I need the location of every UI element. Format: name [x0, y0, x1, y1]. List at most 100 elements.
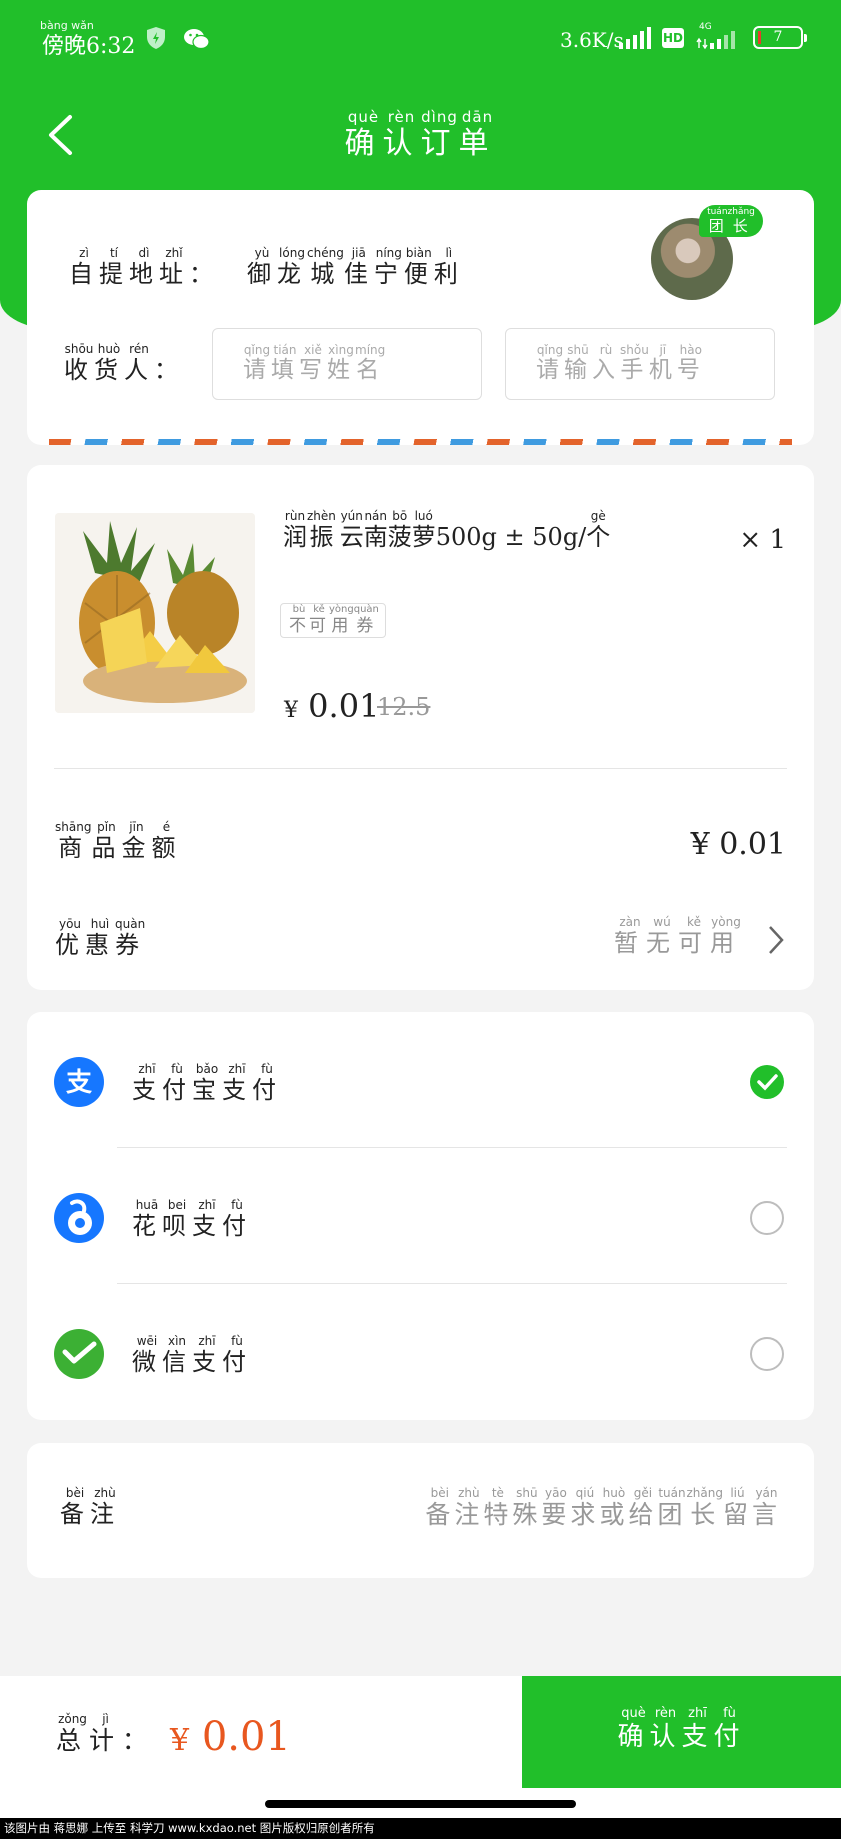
character: 用: [331, 616, 352, 636]
wechat-pay-icon: [54, 1329, 104, 1379]
pinyin: què: [621, 1706, 646, 1721]
ruby-char: qǐng 请: [243, 343, 271, 383]
pinyin: quàn: [115, 917, 146, 931]
character: 优: [55, 931, 85, 959]
pinyin: lóng: [279, 246, 305, 260]
ruby-char: gěi 给: [628, 1486, 657, 1530]
pinyin: jī: [659, 343, 667, 357]
ruby-char: wēi 微: [132, 1334, 162, 1376]
ruby-char: gè 个: [586, 509, 610, 551]
ruby-char: pǐn 品: [91, 820, 121, 862]
product-quantity: × 1: [739, 525, 786, 555]
character: 团: [657, 1500, 687, 1529]
ruby-char: zàn 暂: [614, 915, 646, 957]
ruby-char: yòng 用: [710, 915, 742, 957]
character: 付: [713, 1722, 746, 1752]
character: 信: [162, 1348, 192, 1376]
ruby-char: fù 付: [222, 1198, 252, 1240]
character: 给: [628, 1500, 658, 1529]
pickup-card: zì 自 tí 提 dì 地 zhǐ 址 ： yù 御 lóng 龙 chéng 城 jiā 佳 níng 宁 b…: [27, 190, 814, 445]
pinyin: zhù: [94, 1486, 116, 1500]
pinyin: bèi: [430, 1486, 450, 1500]
character: 号: [676, 357, 705, 383]
pinyin: zhǎng: [727, 207, 755, 217]
pinyin: yù: [254, 246, 270, 260]
amount-label: shāng 商 pǐn 品 jīn 金 é 额: [55, 820, 181, 862]
character: 入: [592, 357, 620, 383]
pinyin: biàn: [405, 246, 432, 260]
pinyin: tí: [109, 246, 119, 260]
character: 无: [646, 929, 678, 957]
character: ：: [154, 356, 184, 384]
product-image[interactable]: [55, 513, 255, 713]
home-indicator[interactable]: [265, 1800, 576, 1808]
pinyin: dì: [138, 246, 150, 260]
svg-text:支: 支: [66, 1068, 92, 1098]
pinyin: zàn: [619, 915, 641, 929]
character: 用: [710, 929, 742, 957]
radio-unchecked-icon[interactable]: [750, 1337, 784, 1371]
radio-checked-icon[interactable]: [750, 1065, 784, 1099]
payment-card: 支 zhī 支 fù 付 bǎo 宝 zhī 支 fù 付 huā 花 bei 呗 zhī 支 fù 付 wēi…: [27, 1012, 814, 1420]
chevron-right-icon[interactable]: [768, 925, 784, 955]
ruby-char: yāo 要: [541, 1486, 570, 1530]
pinyin: huì: [90, 917, 110, 931]
ruby-char: dì 地: [129, 246, 159, 288]
pinyin: liú: [730, 1486, 745, 1500]
ruby-char: jì 计: [89, 1712, 122, 1756]
confirm-pay-button[interactable]: què 确 rèn 认 zhī 支 fù 付: [522, 1676, 841, 1788]
payment-option-alipay[interactable]: 支 zhī 支 fù 付 bǎo 宝 zhī 支 fù 付: [27, 1012, 814, 1148]
pinyin: xìng: [328, 343, 354, 357]
character: 名: [356, 357, 385, 383]
pinyin: shǒu: [620, 343, 649, 357]
pinyin: yāo: [545, 1486, 567, 1500]
coupon-value[interactable]: zàn 暂 wú 无 kě 可 yòng 用: [614, 915, 742, 957]
pinyin: luó: [414, 509, 433, 523]
pinyin: què: [347, 108, 380, 126]
remark-label: bèi 备 zhù 注: [60, 1486, 120, 1528]
ruby-char: fù 付: [162, 1062, 192, 1104]
pinyin: zhī: [198, 1198, 216, 1212]
pinyin: bō: [392, 509, 408, 523]
character: 花: [132, 1212, 162, 1240]
ruby-char: nán 南: [364, 509, 388, 551]
pinyin: [436, 509, 587, 523]
ruby-char: huò 货: [94, 342, 124, 384]
character: 宝: [192, 1076, 222, 1104]
character: 长: [690, 1500, 720, 1529]
pinyin: xiě: [304, 343, 322, 357]
ruby-char: jiā 佳: [344, 246, 374, 288]
ruby-char: qǐng 请: [536, 343, 564, 383]
ruby-char: xìng 姓: [327, 343, 355, 383]
pinyin: tuán: [707, 207, 728, 217]
ruby-char: shāng 商: [55, 820, 91, 862]
radio-unchecked-icon[interactable]: [750, 1201, 784, 1235]
character: 留: [722, 1500, 752, 1529]
ruby-char: quàn 券: [115, 917, 145, 959]
character: 注: [90, 1500, 120, 1528]
checkout-bar: zǒng 总 jì 计 ： ¥ 0.01 què 确 rèn 认 zhī 支 fù 付: [0, 1676, 841, 1788]
character: 宁: [373, 260, 404, 288]
product-name[interactable]: rùn 润 zhèn 振 yún 云 nán 南 bō 菠 luó 萝 500g ± 50g/gè 个: [283, 509, 610, 551]
pinyin: wēi: [136, 1334, 158, 1348]
character: 惠: [85, 931, 115, 959]
receiver-phone-input[interactable]: qǐng 请 shū 输 rù 入 shǒu 手 jī 机 hào 号: [505, 328, 775, 400]
pinyin: lì: [445, 246, 453, 260]
ruby-char: zhī 支: [132, 1062, 162, 1104]
receiver-name-input[interactable]: qǐng 请 tián 填 xiě 写 xìng 姓 míng 名: [212, 328, 482, 400]
character: 长: [732, 217, 750, 235]
ruby-char: yù 御: [247, 246, 277, 288]
character: 付: [222, 1212, 252, 1240]
character: 输: [564, 357, 592, 383]
product-card: rùn 润 zhèn 振 yún 云 nán 南 bō 菠 luó 萝 500g ± 50g/gè 个…: [27, 465, 814, 990]
ruby-char: huò 或: [599, 1486, 628, 1530]
character: 付: [222, 1348, 252, 1376]
ruby-char: rén 人: [124, 342, 154, 384]
character: 云: [339, 523, 364, 551]
pinyin: jīn: [129, 820, 144, 834]
remark-input[interactable]: bèi 备 zhù 注 tè 特 shū 殊 yāo 要 qiú 求 huò 或 gěi 给 tuán 团 zhǎn…: [425, 1486, 781, 1530]
payment-option-wechat[interactable]: wēi 微 xìn 信 zhī 支 fù 付: [27, 1284, 814, 1420]
pinyin: tuán: [658, 1486, 686, 1500]
payment-option-huabei[interactable]: huā 花 bei 呗 zhī 支 fù 付: [27, 1148, 814, 1284]
character: 城: [310, 260, 341, 288]
